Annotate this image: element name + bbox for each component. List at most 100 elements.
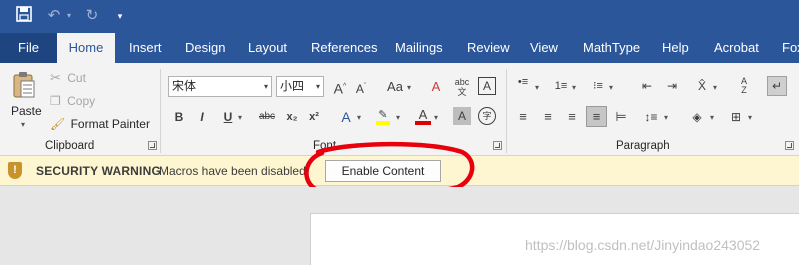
underline-icon[interactable]: U: [219, 108, 237, 126]
grow-font-icon[interactable]: A^: [331, 78, 349, 97]
bullets-icon[interactable]: •≡: [514, 77, 532, 95]
enclose-circle-icon[interactable]: 字: [478, 107, 496, 125]
font-color-swatch: [415, 121, 431, 125]
save-icon[interactable]: [14, 6, 34, 28]
numbering-dropdown-icon[interactable]: ▾: [572, 83, 576, 93]
ribbon-tabs: File Home Insert Design Layout Reference…: [0, 33, 799, 63]
highlight-color-swatch: [376, 121, 390, 125]
paste-dropdown-icon[interactable]: ▾: [21, 120, 25, 130]
tab-home[interactable]: Home: [57, 33, 115, 63]
tab-review[interactable]: Review: [467, 33, 510, 63]
borders-icon[interactable]: ⊞: [727, 108, 745, 126]
shading-icon[interactable]: ◈: [688, 108, 706, 126]
tab-references[interactable]: References: [311, 33, 377, 63]
tab-mailings[interactable]: Mailings: [395, 33, 443, 63]
align-center-icon[interactable]: ≡: [539, 108, 557, 126]
font-size-dropdown-icon[interactable]: ▾: [316, 77, 320, 96]
font-group-label: Font: [313, 140, 337, 152]
superscript-icon[interactable]: x²: [305, 108, 323, 126]
cut-label: Cut: [67, 71, 86, 85]
copy-icon: ❐: [50, 94, 61, 108]
paragraph-group-label: Paragraph: [616, 140, 670, 152]
sort-icon[interactable]: AZ: [735, 77, 753, 95]
tab-file[interactable]: File: [0, 33, 57, 63]
format-painter-label: Format Painter: [70, 117, 150, 131]
highlight-dropdown-icon[interactable]: ▾: [396, 113, 400, 123]
font-dialog-launcher-icon[interactable]: [493, 141, 502, 150]
security-warning-title: SECURITY WARNING: [36, 164, 161, 178]
align-left-icon[interactable]: ≡: [514, 108, 532, 126]
font-name-dropdown-icon[interactable]: ▾: [264, 77, 268, 96]
tab-mathtype[interactable]: MathType: [583, 33, 640, 63]
character-shading-icon[interactable]: A: [453, 107, 471, 125]
multilevel-dropdown-icon[interactable]: ▾: [609, 83, 613, 93]
italic-icon[interactable]: I: [193, 108, 211, 126]
increase-indent-icon[interactable]: ⇥: [663, 77, 681, 95]
line-spacing-icon[interactable]: ↕≡: [642, 108, 660, 126]
tab-insert[interactable]: Insert: [129, 33, 162, 63]
distributed-icon[interactable]: ⊨: [612, 108, 630, 126]
highlight-color-icon[interactable]: ✎: [374, 106, 392, 125]
format-painter-button[interactable]: 🖌 Format Painter: [50, 117, 150, 131]
asian-layout-icon[interactable]: X̂: [693, 77, 711, 95]
font-name-value: 宋体: [172, 79, 197, 93]
ribbon: Paste ▾ ✂ Cut ❐ Copy 🖌 Format Painter Cl…: [0, 63, 799, 156]
text-effects-icon[interactable]: A: [337, 108, 355, 126]
group-divider: [160, 69, 161, 153]
numbering-icon[interactable]: 1≡: [552, 77, 570, 95]
enable-content-button[interactable]: Enable Content: [325, 160, 441, 182]
tab-fox[interactable]: Fox: [782, 33, 799, 63]
justify-icon[interactable]: ≡: [586, 106, 607, 127]
paste-button[interactable]: Paste ▾: [6, 68, 44, 129]
text-effects-dropdown-icon[interactable]: ▾: [357, 113, 361, 123]
group-divider: [506, 69, 507, 153]
paragraph-dialog-launcher-icon[interactable]: [785, 141, 794, 150]
bold-icon[interactable]: B: [170, 108, 188, 126]
subscript-icon[interactable]: x₂: [283, 108, 301, 126]
change-case-dropdown-icon[interactable]: ▾: [407, 83, 411, 93]
decrease-indent-icon[interactable]: ⇤: [638, 77, 656, 95]
change-case-icon[interactable]: Aa: [384, 78, 406, 96]
paste-label: Paste: [11, 104, 42, 118]
copy-button[interactable]: ❐ Copy: [50, 94, 95, 108]
phonetic-guide-icon[interactable]: abc 文: [453, 77, 471, 97]
customize-qat-icon[interactable]: ▾: [114, 6, 126, 26]
borders-dropdown-icon[interactable]: ▾: [748, 113, 752, 123]
shading-dropdown-icon[interactable]: ▾: [710, 113, 714, 123]
asian-layout-dropdown-icon[interactable]: ▾: [713, 83, 717, 93]
show-hide-marks-icon[interactable]: ↵: [767, 76, 787, 96]
tab-view[interactable]: View: [530, 33, 558, 63]
line-spacing-dropdown-icon[interactable]: ▾: [664, 113, 668, 123]
security-warning-message: Macros have been disabled.: [159, 164, 310, 178]
tab-design[interactable]: Design: [185, 33, 225, 63]
font-color-dropdown-icon[interactable]: ▾: [434, 113, 438, 123]
watermark-text: https://blog.csdn.net/Jinyindao243052: [525, 237, 761, 253]
multilevel-list-icon[interactable]: ⁝≡: [589, 77, 607, 95]
undo-icon[interactable]: ↶: [44, 6, 64, 26]
enclose-characters-icon[interactable]: A: [478, 77, 496, 95]
clipboard-dialog-launcher-icon[interactable]: [148, 141, 157, 150]
tab-layout[interactable]: Layout: [248, 33, 287, 63]
clipboard-group-label: Clipboard: [45, 140, 95, 152]
cut-button[interactable]: ✂ Cut: [50, 70, 86, 86]
font-color-icon[interactable]: A: [414, 106, 432, 125]
font-size-value: 小四: [280, 79, 305, 93]
title-bar: ↶ ▾ ↻ ▾: [0, 0, 799, 33]
clear-formatting-icon[interactable]: A: [427, 78, 445, 96]
tab-acrobat[interactable]: Acrobat: [714, 33, 759, 63]
paintbrush-icon: 🖌: [50, 117, 66, 131]
shrink-font-icon[interactable]: Aˇ: [352, 78, 370, 96]
copy-label: Copy: [67, 94, 96, 108]
scissors-icon: ✂: [50, 70, 61, 85]
paste-icon: [13, 71, 35, 99]
strikethrough-icon[interactable]: abc: [256, 108, 278, 126]
undo-dropdown-icon[interactable]: ▾: [64, 6, 74, 26]
align-right-icon[interactable]: ≡: [563, 108, 581, 126]
underline-dropdown-icon[interactable]: ▾: [238, 113, 242, 123]
redo-icon[interactable]: ↻: [82, 6, 102, 26]
font-size-combobox[interactable]: 小四 ▾: [276, 76, 324, 97]
bullets-dropdown-icon[interactable]: ▾: [535, 83, 539, 93]
font-name-combobox[interactable]: 宋体 ▾: [168, 76, 272, 97]
tab-help[interactable]: Help: [662, 33, 689, 63]
document-area: [0, 187, 799, 265]
